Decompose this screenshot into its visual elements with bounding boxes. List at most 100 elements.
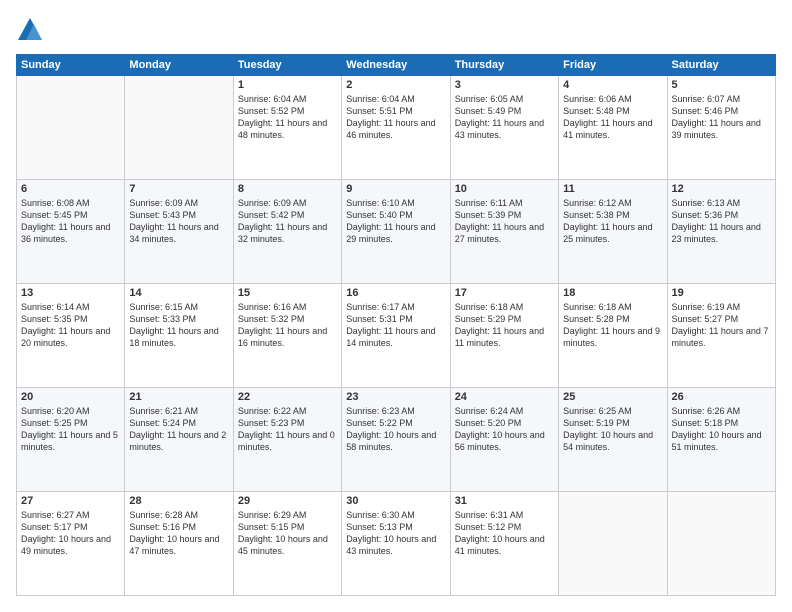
day-number: 27 [21,495,120,507]
calendar-week-row: 6 Sunrise: 6:08 AMSunset: 5:45 PMDaylight… [17,180,776,284]
cell-info: Sunrise: 6:07 AMSunset: 5:46 PMDaylight:… [672,94,761,140]
calendar-cell: 24 Sunrise: 6:24 AMSunset: 5:20 PMDayligh… [450,388,558,492]
day-number: 23 [346,391,445,403]
calendar-body: 1 Sunrise: 6:04 AMSunset: 5:52 PMDaylight… [17,76,776,596]
calendar-week-row: 27 Sunrise: 6:27 AMSunset: 5:17 PMDayligh… [17,492,776,596]
calendar-cell: 3 Sunrise: 6:05 AMSunset: 5:49 PMDaylight… [450,76,558,180]
day-number: 13 [21,287,120,299]
calendar-cell [125,76,233,180]
day-number: 12 [672,183,771,195]
day-number: 28 [129,495,228,507]
calendar-cell: 21Sunrise: 6:21 AMSunset: 5:24 PMDayligh… [125,388,233,492]
cell-info: Sunrise: 6:09 AMSunset: 5:43 PMDaylight:… [129,198,218,244]
day-number: 3 [455,79,554,91]
cell-info: Sunrise: 6:20 AMSunset: 5:25 PMDaylight:… [21,406,118,452]
day-number: 30 [346,495,445,507]
day-number: 2 [346,79,445,91]
cell-info: Sunrise: 6:28 AMSunset: 5:16 PMDaylight:… [129,510,219,556]
calendar-cell: 10Sunrise: 6:11 AMSunset: 5:39 PMDayligh… [450,180,558,284]
calendar-cell: 29 Sunrise: 6:29 AMSunset: 5:15 PMDayligh… [233,492,341,596]
calendar-cell: 27 Sunrise: 6:27 AMSunset: 5:17 PMDayligh… [17,492,125,596]
day-number: 24 [455,391,554,403]
cell-info: Sunrise: 6:29 AMSunset: 5:15 PMDaylight:… [238,510,328,556]
cell-info: Sunrise: 6:06 AMSunset: 5:48 PMDaylight:… [563,94,652,140]
weekday-header: Thursday [450,55,558,76]
calendar-cell: 8Sunrise: 6:09 AMSunset: 5:42 PMDaylight… [233,180,341,284]
day-number: 29 [238,495,337,507]
logo-icon [16,16,44,44]
day-number: 5 [672,79,771,91]
cell-info: Sunrise: 6:25 AMSunset: 5:19 PMDaylight:… [563,406,653,452]
header [16,16,776,44]
cell-info: Sunrise: 6:04 AMSunset: 5:51 PMDaylight:… [346,94,435,140]
calendar-cell [559,492,667,596]
cell-info: Sunrise: 6:31 AMSunset: 5:12 PMDaylight:… [455,510,545,556]
cell-info: Sunrise: 6:04 AMSunset: 5:52 PMDaylight:… [238,94,327,140]
calendar-cell: 12Sunrise: 6:13 AMSunset: 5:36 PMDayligh… [667,180,775,284]
weekday-header: Friday [559,55,667,76]
logo [16,16,48,44]
calendar-cell: 1 Sunrise: 6:04 AMSunset: 5:52 PMDaylight… [233,76,341,180]
calendar-cell: 15Sunrise: 6:16 AMSunset: 5:32 PMDayligh… [233,284,341,388]
cell-info: Sunrise: 6:26 AMSunset: 5:18 PMDaylight:… [672,406,762,452]
calendar-cell: 18Sunrise: 6:18 AMSunset: 5:28 PMDayligh… [559,284,667,388]
day-number: 16 [346,287,445,299]
cell-info: Sunrise: 6:05 AMSunset: 5:49 PMDaylight:… [455,94,544,140]
page: SundayMondayTuesdayWednesdayThursdayFrid… [0,0,792,612]
cell-info: Sunrise: 6:12 AMSunset: 5:38 PMDaylight:… [563,198,652,244]
calendar-cell: 28 Sunrise: 6:28 AMSunset: 5:16 PMDayligh… [125,492,233,596]
calendar-cell: 23Sunrise: 6:23 AMSunset: 5:22 PMDayligh… [342,388,450,492]
cell-info: Sunrise: 6:17 AMSunset: 5:31 PMDaylight:… [346,302,435,348]
day-number: 21 [129,391,228,403]
day-number: 17 [455,287,554,299]
calendar-cell: 31 Sunrise: 6:31 AMSunset: 5:12 PMDayligh… [450,492,558,596]
calendar-cell: 25 Sunrise: 6:25 AMSunset: 5:19 PMDayligh… [559,388,667,492]
day-number: 7 [129,183,228,195]
day-number: 15 [238,287,337,299]
cell-info: Sunrise: 6:15 AMSunset: 5:33 PMDaylight:… [129,302,218,348]
calendar-cell: 14 Sunrise: 6:15 AMSunset: 5:33 PMDayligh… [125,284,233,388]
weekday-header: Tuesday [233,55,341,76]
weekday-row: SundayMondayTuesdayWednesdayThursdayFrid… [17,55,776,76]
day-number: 4 [563,79,662,91]
calendar-cell: 26 Sunrise: 6:26 AMSunset: 5:18 PMDayligh… [667,388,775,492]
day-number: 14 [129,287,228,299]
calendar-week-row: 20 Sunrise: 6:20 AMSunset: 5:25 PMDayligh… [17,388,776,492]
calendar-cell: 30Sunrise: 6:30 AMSunset: 5:13 PMDayligh… [342,492,450,596]
calendar-cell: 2 Sunrise: 6:04 AMSunset: 5:51 PMDaylight… [342,76,450,180]
cell-info: Sunrise: 6:27 AMSunset: 5:17 PMDaylight:… [21,510,111,556]
day-number: 1 [238,79,337,91]
calendar-cell: 5 Sunrise: 6:07 AMSunset: 5:46 PMDaylight… [667,76,775,180]
cell-info: Sunrise: 6:09 AMSunset: 5:42 PMDaylight:… [238,198,327,244]
cell-info: Sunrise: 6:19 AMSunset: 5:27 PMDaylight:… [672,302,769,348]
calendar-cell: 4 Sunrise: 6:06 AMSunset: 5:48 PMDaylight… [559,76,667,180]
day-number: 11 [563,183,662,195]
cell-info: Sunrise: 6:11 AMSunset: 5:39 PMDaylight:… [455,198,544,244]
calendar-cell: 16 Sunrise: 6:17 AMSunset: 5:31 PMDayligh… [342,284,450,388]
cell-info: Sunrise: 6:24 AMSunset: 5:20 PMDaylight:… [455,406,545,452]
day-number: 22 [238,391,337,403]
calendar-cell: 17 Sunrise: 6:18 AMSunset: 5:29 PMDayligh… [450,284,558,388]
day-number: 26 [672,391,771,403]
cell-info: Sunrise: 6:08 AMSunset: 5:45 PMDaylight:… [21,198,110,244]
weekday-header: Saturday [667,55,775,76]
calendar-cell: 19 Sunrise: 6:19 AMSunset: 5:27 PMDayligh… [667,284,775,388]
calendar-cell [667,492,775,596]
day-number: 31 [455,495,554,507]
weekday-header: Wednesday [342,55,450,76]
cell-info: Sunrise: 6:14 AMSunset: 5:35 PMDaylight:… [21,302,110,348]
day-number: 6 [21,183,120,195]
day-number: 25 [563,391,662,403]
calendar-cell: 9Sunrise: 6:10 AMSunset: 5:40 PMDaylight… [342,180,450,284]
calendar-cell: 6 Sunrise: 6:08 AMSunset: 5:45 PMDaylight… [17,180,125,284]
calendar-cell: 11 Sunrise: 6:12 AMSunset: 5:38 PMDayligh… [559,180,667,284]
day-number: 20 [21,391,120,403]
calendar-header: SundayMondayTuesdayWednesdayThursdayFrid… [17,55,776,76]
cell-info: Sunrise: 6:18 AMSunset: 5:29 PMDaylight:… [455,302,544,348]
day-number: 18 [563,287,662,299]
calendar-cell [17,76,125,180]
cell-info: Sunrise: 6:22 AMSunset: 5:23 PMDaylight:… [238,406,335,452]
calendar-week-row: 13 Sunrise: 6:14 AMSunset: 5:35 PMDayligh… [17,284,776,388]
day-number: 19 [672,287,771,299]
weekday-header: Monday [125,55,233,76]
